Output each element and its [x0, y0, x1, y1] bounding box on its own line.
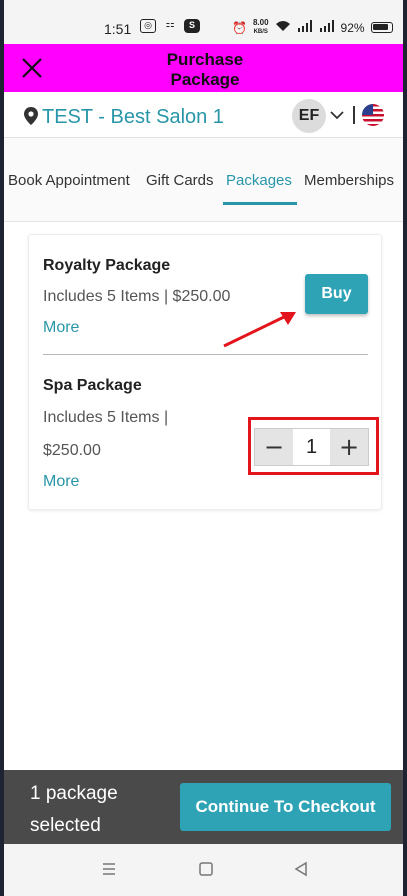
more-link[interactable]: More [43, 473, 79, 491]
speed-unit: KB/S [253, 29, 268, 35]
battery-icon [370, 22, 393, 33]
continue-to-checkout-button[interactable]: Continue To Checkout [180, 783, 391, 831]
alarm-icon: ⏰ [232, 20, 247, 35]
page-title-line2: Package [170, 70, 240, 89]
close-icon [22, 58, 42, 78]
us-flag-icon[interactable] [362, 104, 384, 126]
quantity-value: 1 [305, 436, 318, 458]
page-header: Purchase Package [4, 44, 403, 92]
page-title-line1: Purchase [166, 50, 244, 69]
instagram-icon: ◎ [140, 19, 156, 33]
package-divider [43, 354, 368, 355]
tab-packages[interactable]: Packages [226, 172, 292, 189]
location-bar: TEST - Best Salon 1 EF [4, 92, 403, 138]
package-card: Royalty Package Includes 5 Items | $250.… [28, 234, 382, 510]
network-speed: 8.00 KB/S [253, 19, 269, 36]
selection-summary-line1: 1 package [30, 783, 118, 804]
chevron-down-icon[interactable] [329, 110, 345, 120]
divider [353, 106, 355, 124]
status-time: 1:51 [104, 21, 132, 37]
tab-memberships[interactable]: Memberships [304, 172, 394, 189]
package-description-line1: Includes 5 Items | [43, 409, 169, 426]
recents-icon[interactable] [100, 860, 118, 878]
package-list: Royalty Package Includes 5 Items | $250.… [4, 222, 403, 770]
buy-button[interactable]: Buy [305, 274, 368, 314]
package-name: Royalty Package [43, 257, 171, 274]
speed-value: 8.00 [252, 18, 269, 27]
package-description: Includes 5 Items | $250.00 [43, 288, 231, 305]
tab-book-appointment[interactable]: Book Appointment [8, 172, 130, 189]
checkout-bar: 1 package selected Continue To Checkout [4, 770, 403, 844]
quantity-stepper: − 1 + [254, 428, 369, 466]
decrement-button[interactable]: − [255, 429, 293, 465]
close-button[interactable] [18, 54, 46, 82]
back-icon[interactable] [292, 860, 310, 878]
system-icons: ⏰ 8.00 KB/S 92% [232, 19, 393, 36]
app-screen: 1:51 ◎ ⚏ S ⏰ 8.00 KB/S 92% Purchase Pack… [4, 0, 403, 896]
home-icon[interactable] [197, 860, 215, 878]
increment-button[interactable]: + [330, 429, 368, 465]
avatar[interactable]: EF [292, 99, 326, 133]
app-s-icon: S [184, 19, 200, 33]
location-pin-icon [24, 107, 38, 125]
page-title: Purchase Package [144, 50, 266, 90]
wifi-icon [275, 20, 291, 35]
battery-percent: 92% [340, 20, 365, 35]
tab-gift-cards[interactable]: Gift Cards [146, 172, 214, 189]
more-link[interactable]: More [43, 319, 79, 337]
signal-2-icon [319, 20, 335, 35]
sim-icon: ⚏ [165, 19, 175, 30]
signal-icon [297, 20, 313, 35]
selection-summary: 1 package selected [30, 778, 170, 842]
location-name[interactable]: TEST - Best Salon 1 [42, 106, 224, 129]
package-description-line2: $250.00 [43, 442, 101, 459]
tab-bar: Book Appointment Gift Cards Packages Mem… [4, 138, 403, 222]
active-tab-indicator [223, 202, 297, 205]
status-bar: 1:51 ◎ ⚏ S ⏰ 8.00 KB/S 92% [4, 0, 403, 44]
package-name: Spa Package [43, 377, 142, 394]
selection-summary-line2: selected [30, 815, 101, 836]
notification-icons: ◎ ⚏ S [140, 19, 200, 33]
system-nav-bar [4, 844, 403, 896]
